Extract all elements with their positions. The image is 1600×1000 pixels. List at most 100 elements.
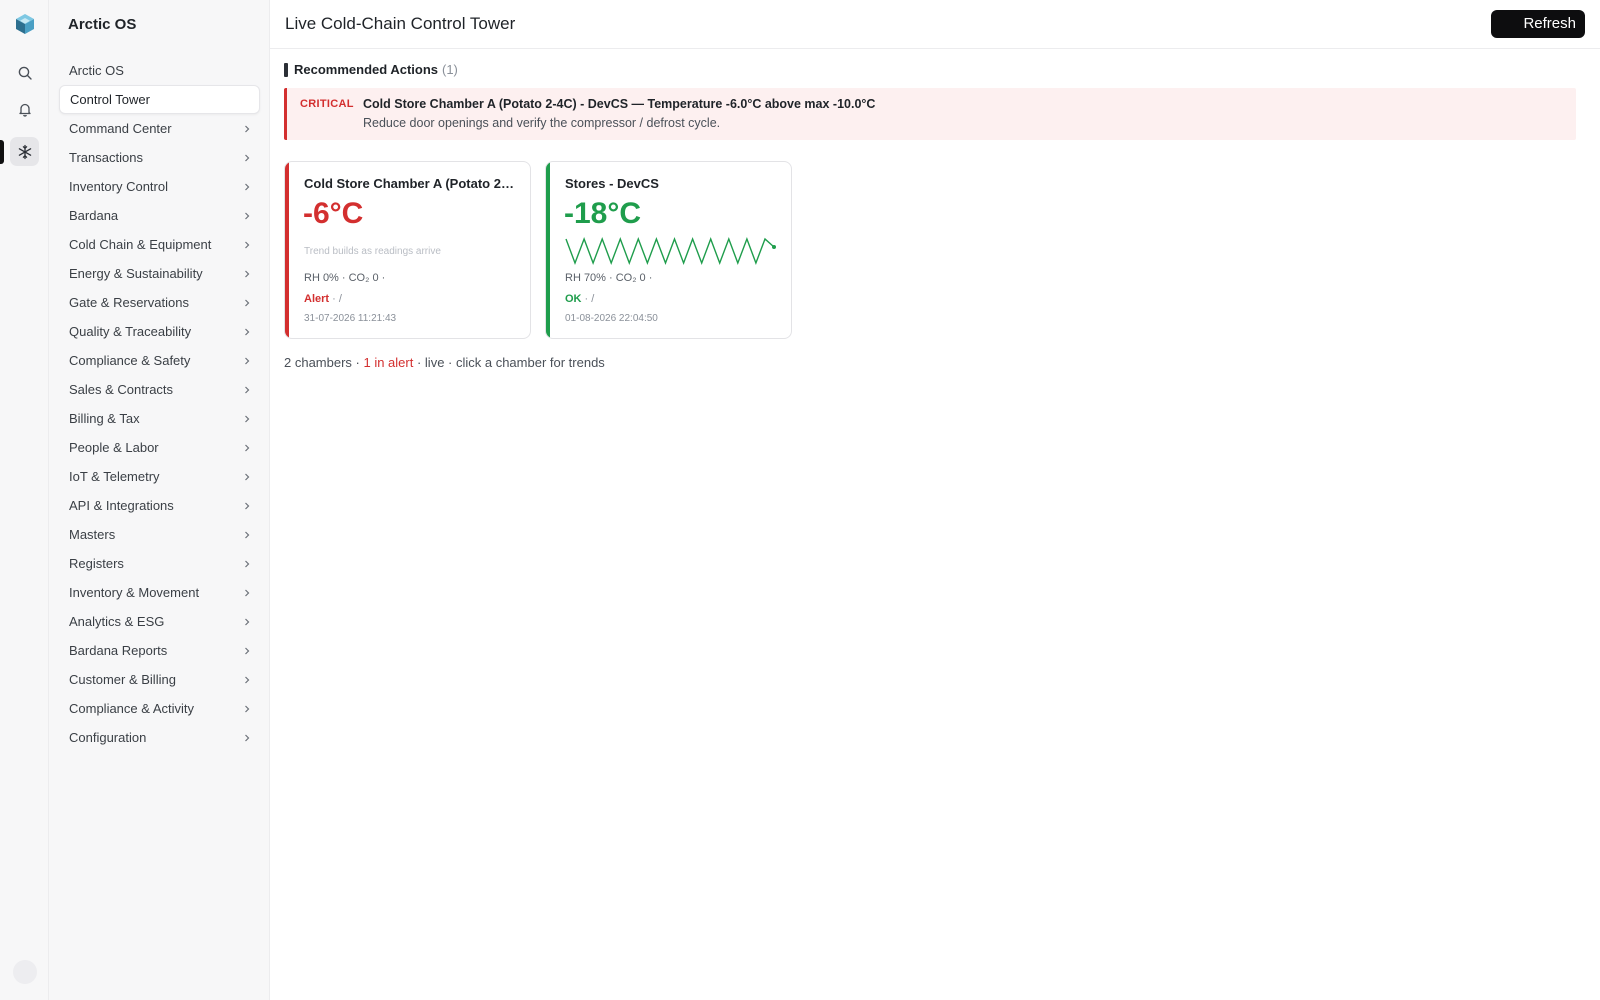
sparkline-latest-point — [772, 245, 776, 249]
sidebar-item-label: API & Integrations — [69, 498, 174, 513]
sidebar-nav: Arctic OS Control Tower Command Center Tran… — [59, 56, 260, 752]
chevron-right-icon — [245, 531, 250, 539]
icon-rail — [0, 0, 49, 1000]
sidebar-item-api-integrations[interactable]: API & Integrations — [59, 491, 260, 520]
summary-rest: · live · click a chamber for trends — [413, 355, 605, 370]
sidebar-item-transactions[interactable]: Transactions — [59, 143, 260, 172]
chamber-metrics: RH 70% · CO₂ 0 · — [565, 272, 653, 284]
rail-active-indicator — [0, 140, 4, 164]
section-count: (1) — [442, 62, 458, 77]
sidebar-item-inventory-control[interactable]: Inventory Control — [59, 172, 260, 201]
sidebar-item-cold-chain-equipment[interactable]: Cold Chain & Equipment — [59, 230, 260, 259]
sidebar-item-configuration[interactable]: Configuration — [59, 723, 260, 752]
sidebar-item-analytics-esg[interactable]: Analytics & ESG — [59, 607, 260, 636]
sidebar-item-label: Inventory & Movement — [69, 585, 200, 600]
sidebar-item-iot-telemetry[interactable]: IoT & Telemetry — [59, 462, 260, 491]
summary-alert: 1 in alert — [359, 355, 414, 370]
sidebar-item-label: Gate & Reservations — [69, 295, 189, 310]
recommended-actions-heading: Recommended Actions (1) — [284, 62, 458, 77]
sidebar-brand: Arctic OS — [68, 16, 137, 33]
chevron-right-icon — [245, 357, 250, 365]
status-stripe — [285, 162, 289, 338]
sidebar-item-billing-tax[interactable]: Billing & Tax — [59, 404, 260, 433]
sidebar-item-label: Cold Chain & Equipment — [69, 237, 212, 252]
status-label: Alert — [304, 293, 330, 305]
snowflake-icon[interactable] — [10, 137, 39, 166]
chevron-right-icon — [245, 183, 250, 191]
chevron-right-icon — [245, 502, 250, 510]
section-title: Recommended Actions — [294, 62, 438, 77]
status-stripe — [546, 162, 550, 338]
chevron-right-icon — [245, 386, 250, 394]
sidebar-item-label: Inventory Control — [69, 179, 168, 194]
sidebar-item-customer-billing[interactable]: Customer & Billing — [59, 665, 260, 694]
chamber-status: Alert · / — [304, 293, 342, 305]
sidebar: Arctic OS Arctic OS Control Tower Command … — [49, 0, 270, 1000]
chevron-right-icon — [245, 415, 250, 423]
status-label: OK — [565, 293, 582, 305]
search-icon[interactable] — [10, 58, 39, 87]
refresh-button[interactable]: Refresh — [1491, 10, 1585, 38]
sidebar-item-label: Bardana Reports — [69, 643, 168, 658]
action-item[interactable]: CRITICAL Cold Store Chamber A (Potato 2-… — [284, 88, 1576, 140]
sidebar-item-label: Command Center — [69, 121, 172, 136]
sidebar-item-label: Quality & Traceability — [69, 324, 192, 339]
chamber-temperature: -18°C — [564, 197, 642, 230]
chevron-right-icon — [245, 676, 250, 684]
sidebar-item-label: Masters — [69, 527, 116, 542]
sidebar-item-label: IoT & Telemetry — [69, 469, 160, 484]
chamber-name: Stores - DevCS — [565, 176, 659, 191]
sidebar-item-registers[interactable]: Registers — [59, 549, 260, 578]
trend-sparkline — [565, 237, 776, 265]
sidebar-item-label: Arctic OS — [69, 63, 124, 78]
chevron-right-icon — [245, 705, 250, 713]
sidebar-item-label: People & Labor — [69, 440, 159, 455]
chamber-timestamp: 31-07-2026 11:21:43 — [304, 313, 397, 324]
trend-placeholder: Trend builds as readings arrive — [304, 246, 441, 257]
chevron-right-icon — [245, 589, 250, 597]
sidebar-item-control-tower[interactable]: Control Tower — [59, 85, 260, 114]
sidebar-item-label: Bardana — [69, 208, 119, 223]
sidebar-item-compliance-activity[interactable]: Compliance & Activity — [59, 694, 260, 723]
chevron-right-icon — [245, 270, 250, 278]
chevron-right-icon — [245, 647, 250, 655]
logo-cube-icon[interactable] — [13, 12, 37, 36]
sidebar-item-label: Compliance & Activity — [69, 701, 194, 716]
bell-icon[interactable] — [10, 94, 39, 123]
sidebar-item-label: Registers — [69, 556, 124, 571]
summary-count: 2 chambers · — [284, 355, 360, 370]
chevron-right-icon — [245, 444, 250, 452]
chamber-summary: 2 chambers · 1 in alert · live · click a… — [284, 355, 605, 370]
sidebar-item-people-labor[interactable]: People & Labor — [59, 433, 260, 462]
sidebar-item-command-center[interactable]: Command Center — [59, 114, 260, 143]
page-title: Live Cold-Chain Control Tower — [285, 14, 516, 33]
sidebar-item-gate-reservations[interactable]: Gate & Reservations — [59, 288, 260, 317]
chamber-card[interactable]: Cold Store Chamber A (Potato 2-4C) -6°C … — [284, 161, 531, 339]
chamber-timestamp: 01-08-2026 22:04:50 — [565, 313, 658, 324]
chamber-card[interactable]: Stores - DevCS -18°C RH 70% · CO₂ 0 · OK… — [545, 161, 792, 339]
sidebar-item-compliance-safety[interactable]: Compliance & Safety — [59, 346, 260, 375]
sidebar-item-label: Configuration — [69, 730, 147, 745]
sidebar-item-energy-sustainability[interactable]: Energy & Sustainability — [59, 259, 260, 288]
sidebar-item-masters[interactable]: Masters — [59, 520, 260, 549]
sidebar-item-sales-contracts[interactable]: Sales & Contracts — [59, 375, 260, 404]
sidebar-item-bardana[interactable]: Bardana — [59, 201, 260, 230]
chevron-right-icon — [245, 299, 250, 307]
avatar[interactable] — [13, 960, 37, 984]
sidebar-item-quality-traceability[interactable]: Quality & Traceability — [59, 317, 260, 346]
sidebar-item-label: Compliance & Safety — [69, 353, 191, 368]
chamber-name: Cold Store Chamber A (Potato 2-4C) — [304, 176, 516, 191]
action-title: Cold Store Chamber A (Potato 2-4C) - Dev… — [363, 97, 876, 111]
chevron-right-icon — [245, 154, 250, 162]
chevron-right-icon — [245, 328, 250, 336]
sidebar-item-label: Billing & Tax — [69, 411, 140, 426]
sidebar-item-arctic-os[interactable]: Arctic OS — [59, 56, 260, 85]
chamber-temperature: -6°C — [303, 197, 364, 230]
sidebar-item-bardana-reports[interactable]: Bardana Reports — [59, 636, 260, 665]
severity-badge: CRITICAL — [300, 98, 354, 110]
status-suffix: · / — [581, 293, 595, 305]
chamber-status: OK · / — [565, 293, 594, 305]
sidebar-item-label: Analytics & ESG — [69, 614, 165, 629]
chevron-right-icon — [245, 560, 250, 568]
sidebar-item-inventory-movement[interactable]: Inventory & Movement — [59, 578, 260, 607]
